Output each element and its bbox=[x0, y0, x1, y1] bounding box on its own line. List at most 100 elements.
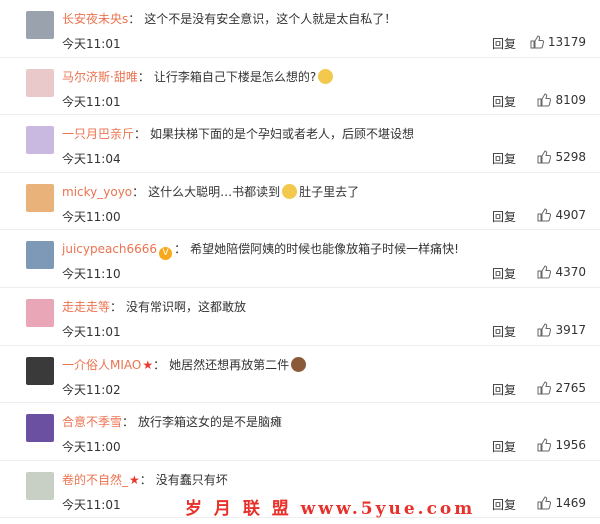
monkey-emoji bbox=[291, 356, 307, 372]
reply-button[interactable]: 回复 bbox=[492, 150, 516, 167]
comment-text: 这什么大聪明…书都读到 bbox=[148, 184, 281, 199]
username-link[interactable]: 走走走等 bbox=[62, 300, 110, 314]
like-count: 1469 bbox=[555, 495, 586, 510]
reply-button[interactable]: 回复 bbox=[492, 438, 516, 455]
username-link[interactable]: juicypeach6666 bbox=[62, 242, 157, 256]
avatar[interactable] bbox=[26, 298, 54, 327]
comment-line: 马尔济斯·甜唯： 让行李箱自己下楼是怎么想的? bbox=[62, 68, 590, 86]
comment-text: 这个不是没有安全意识，这个人就是太自私了！ bbox=[144, 12, 397, 26]
avatar[interactable] bbox=[26, 414, 54, 443]
thumbs-up-icon bbox=[537, 208, 552, 222]
comment-time: 今天11:01 bbox=[62, 37, 121, 51]
like-button[interactable]: 8109 bbox=[537, 93, 586, 107]
colon: ： bbox=[134, 127, 147, 142]
watermark: 岁 月 联 盟 www.5yue.com bbox=[185, 499, 476, 519]
like-count: 13179 bbox=[547, 35, 586, 49]
like-count: 5298 bbox=[555, 150, 586, 165]
like-count: 2765 bbox=[555, 380, 586, 395]
username-link[interactable]: 长安夜未央s bbox=[62, 12, 128, 26]
comment-text: 她居然还想再放第二件 bbox=[169, 357, 290, 372]
colon: ： bbox=[153, 357, 166, 372]
comment-row: 马尔济斯·甜唯： 让行李箱自己下楼是怎么想的? 今天11:01 回复 8109 bbox=[0, 58, 600, 116]
comment-line: juicypeach6666 V：希望她陪偿阿姨的时候也能像放箱子时候一样痛快! bbox=[62, 240, 590, 261]
comment-text: 希望她陪偿阿姨的时候也能像放箱子时候一样痛快! bbox=[190, 242, 459, 257]
like-button[interactable]: 13179 bbox=[530, 35, 586, 49]
comment-time: 今天11:01 bbox=[62, 324, 121, 339]
comment-line: micky_yoyo： 这什么大聪明…书都读到 肚子里去了 bbox=[62, 183, 590, 201]
comment-time: 今天11:01 bbox=[62, 94, 121, 109]
comment-time: 今天11:00 bbox=[62, 440, 121, 455]
comment-text: 让行李箱自己下楼是怎么想的? bbox=[153, 69, 317, 84]
comment-time: 今天11:01 bbox=[62, 497, 121, 512]
username-link[interactable]: 一只月巴亲斤 bbox=[62, 127, 134, 141]
like-count: 4370 bbox=[555, 265, 586, 280]
comment-row: micky_yoyo： 这什么大聪明…书都读到 肚子里去了 今天11:00 回复 4907 bbox=[0, 173, 600, 231]
avatar[interactable] bbox=[26, 471, 54, 500]
colon: ： bbox=[110, 299, 123, 314]
thumbs-up-icon bbox=[537, 265, 552, 279]
like-button[interactable]: 5298 bbox=[537, 150, 586, 164]
like-button[interactable]: 3917 bbox=[537, 323, 586, 337]
comment-row: 一介俗人MIAO★： 她居然还想再放第二件 今天11:02 回复 2765 bbox=[0, 346, 600, 404]
thumbs-up-icon bbox=[537, 93, 552, 107]
smirk-emoji bbox=[318, 68, 334, 84]
colon: ： bbox=[122, 415, 135, 430]
comment-time: 今天11:04 bbox=[62, 152, 121, 167]
like-count: 3917 bbox=[555, 322, 586, 337]
comment-line: 一介俗人MIAO★： 她居然还想再放第二件 bbox=[62, 356, 590, 374]
comment-line: 卷的不自然_★： 没有蠢只有坏 bbox=[62, 471, 590, 489]
like-button[interactable]: 1956 bbox=[537, 438, 586, 452]
username-link[interactable]: 马尔济斯·甜唯 bbox=[62, 70, 138, 84]
comment-time: 今天11:10 bbox=[62, 267, 121, 282]
comment-line: 合意不季雪： 放行李箱这女的是不是脑瘫 bbox=[62, 413, 590, 431]
thumbs-up-icon bbox=[537, 381, 552, 395]
like-button[interactable]: 4370 bbox=[537, 265, 586, 279]
comment-text-cont: 肚子里去了 bbox=[299, 184, 360, 199]
reply-button[interactable]: 回复 bbox=[492, 35, 516, 52]
star-icon: ★ bbox=[129, 472, 140, 487]
like-count: 4907 bbox=[555, 207, 586, 222]
thumbs-up-icon bbox=[537, 438, 552, 452]
star-icon: ★ bbox=[142, 357, 154, 372]
comment-line: 走走走等： 没有常识啊，这都敢放 bbox=[62, 298, 590, 316]
reply-button[interactable]: 回复 bbox=[492, 496, 516, 513]
avatar[interactable] bbox=[26, 356, 54, 385]
comment-row: 走走走等： 没有常识啊，这都敢放 今天11:01 回复 3917 bbox=[0, 288, 600, 346]
reply-button[interactable]: 回复 bbox=[492, 265, 516, 282]
comment-row: 长安夜未央s： 这个不是没有安全意识，这个人就是太自私了！ 今天11:01 回复 131… bbox=[0, 0, 600, 58]
comment-text: 没有蠢只有坏 bbox=[155, 472, 228, 487]
reply-button[interactable]: 回复 bbox=[492, 323, 516, 340]
comment-time: 今天11:00 bbox=[62, 209, 121, 224]
colon: ： bbox=[139, 472, 152, 487]
like-button[interactable]: 2765 bbox=[537, 381, 586, 395]
avatar[interactable] bbox=[26, 11, 54, 39]
comment-row: 一只月巴亲斤： 如果扶梯下面的是个孕妇或者老人，后顾不堪设想 今天11:04 回复 52… bbox=[0, 115, 600, 173]
comment-line: 一只月巴亲斤： 如果扶梯下面的是个孕妇或者老人，后顾不堪设想 bbox=[62, 125, 590, 143]
thumbs-up-icon bbox=[537, 323, 552, 337]
avatar[interactable] bbox=[26, 68, 54, 97]
comment-list: 长安夜未央s： 这个不是没有安全意识，这个人就是太自私了！ 今天11:01 回复 131… bbox=[0, 0, 600, 519]
username-link[interactable]: micky_yoyo bbox=[62, 185, 132, 199]
verified-badge-icon: V bbox=[159, 247, 173, 261]
reply-button[interactable]: 回复 bbox=[492, 93, 516, 110]
avatar[interactable] bbox=[26, 241, 54, 270]
colon: ： bbox=[174, 242, 187, 257]
username-link[interactable]: 合意不季雪 bbox=[62, 415, 122, 429]
reply-button[interactable]: 回复 bbox=[492, 381, 516, 398]
avatar[interactable] bbox=[26, 126, 54, 155]
username-link[interactable]: 卷的不自然_ bbox=[62, 473, 128, 487]
dog-emoji bbox=[282, 183, 298, 199]
thumbs-up-icon bbox=[530, 35, 544, 49]
like-button[interactable]: 4907 bbox=[537, 208, 586, 222]
like-count: 8109 bbox=[555, 92, 586, 107]
comment-time: 今天11:02 bbox=[62, 382, 121, 397]
colon: ： bbox=[128, 12, 141, 26]
avatar[interactable] bbox=[26, 183, 54, 212]
username-link[interactable]: 一介俗人MIAO bbox=[62, 358, 141, 372]
comment-row: 合意不季雪： 放行李箱这女的是不是脑瘫 今天11:00 回复 1956 bbox=[0, 403, 600, 461]
like-button[interactable]: 1469 bbox=[537, 496, 586, 510]
reply-button[interactable]: 回复 bbox=[492, 208, 516, 225]
comment-text: 没有常识啊，这都敢放 bbox=[126, 299, 247, 314]
comment-row: juicypeach6666 V：希望她陪偿阿姨的时候也能像放箱子时候一样痛快! 今… bbox=[0, 230, 600, 288]
thumbs-up-icon bbox=[537, 150, 552, 164]
